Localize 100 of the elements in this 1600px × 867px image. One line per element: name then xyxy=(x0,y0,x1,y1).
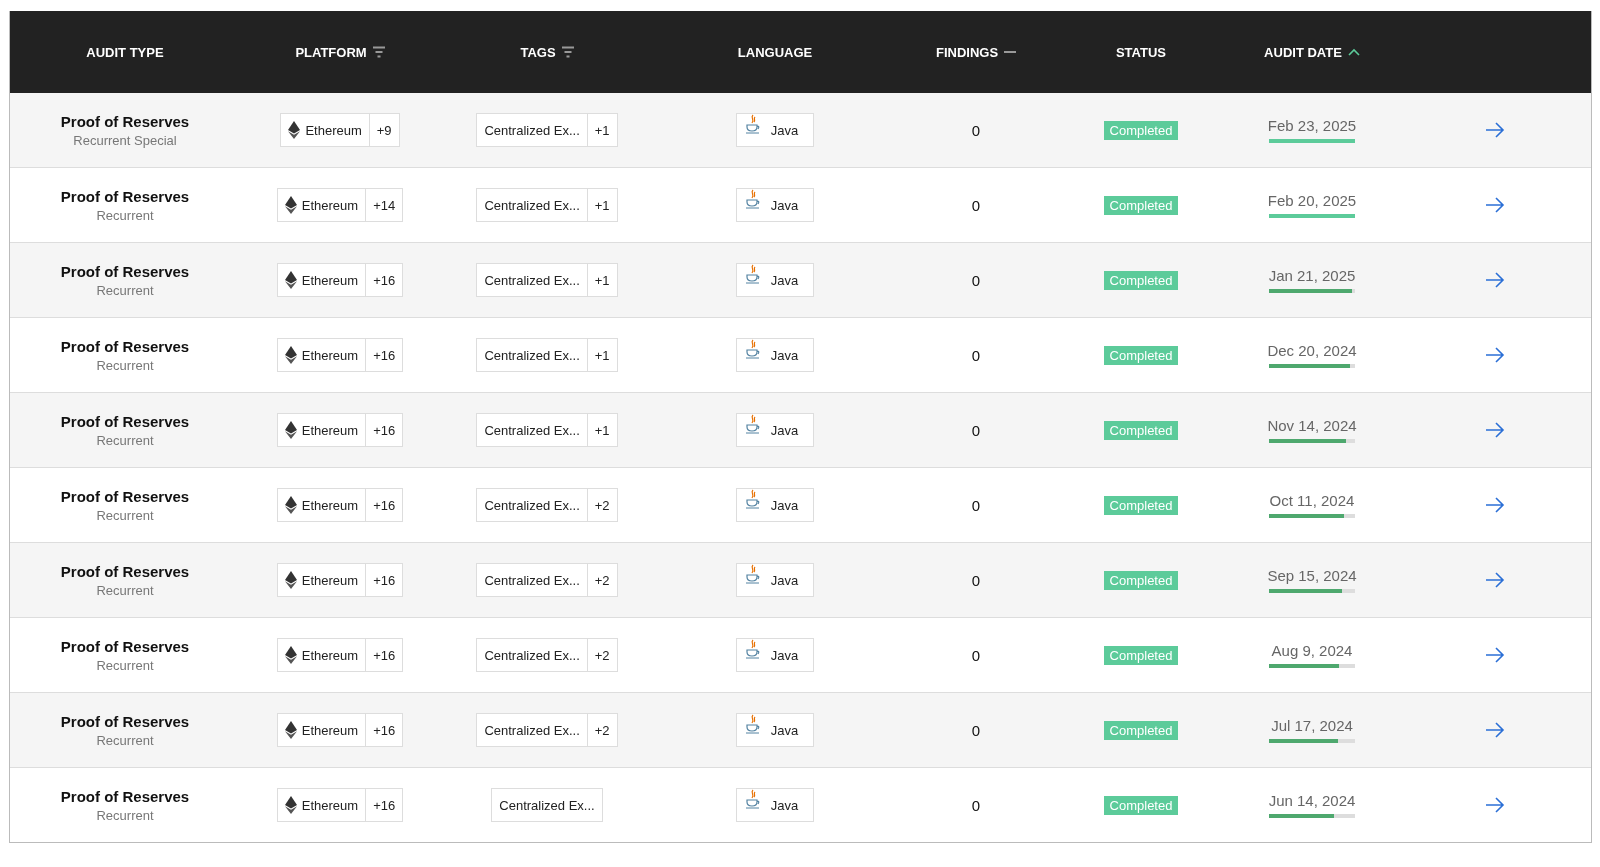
ethereum-icon xyxy=(284,721,297,739)
audit-type: Proof of Reserves xyxy=(60,787,190,805)
arrow-right-icon[interactable] xyxy=(1484,272,1505,288)
coffee-cup-icon xyxy=(744,114,761,134)
audit-subtype: Recurrent xyxy=(96,732,154,748)
column-header[interactable]: PLATFORM xyxy=(295,44,367,60)
findings-count: 0 xyxy=(971,796,981,814)
audit-date: Aug 9, 2024 xyxy=(1271,642,1353,659)
tag-chip: Centralized Ex... +1 xyxy=(476,413,618,447)
ethereum-icon xyxy=(284,346,297,364)
ethereum-icon xyxy=(284,196,297,214)
audit-subtype: Recurrent xyxy=(96,282,154,298)
coffee-cup-icon xyxy=(744,489,761,509)
arrow-right-icon[interactable] xyxy=(1484,647,1505,663)
coffee-cup-icon xyxy=(744,789,761,809)
audit-subtype: Recurrent xyxy=(96,582,154,598)
arrow-right-icon[interactable] xyxy=(1484,197,1505,213)
tag-chip: Centralized Ex... +2 xyxy=(476,638,618,672)
ethereum-icon xyxy=(284,496,297,514)
findings-count: 0 xyxy=(971,421,981,439)
audit-subtype: Recurrent Special xyxy=(73,132,177,148)
status-badge: Completed xyxy=(1103,495,1179,515)
audit-date: Nov 14, 2024 xyxy=(1267,417,1357,434)
column-header[interactable]: AUDIT TYPE xyxy=(86,44,164,60)
language-chip: Java xyxy=(735,638,815,672)
coffee-cup-icon xyxy=(744,264,761,284)
findings-count: 0 xyxy=(971,346,981,364)
platform-chip: Ethereum +16 xyxy=(276,788,404,822)
tag-chip: Centralized Ex... +1 xyxy=(476,188,618,222)
audit-type: Proof of Reserves xyxy=(60,262,190,280)
audit-type: Proof of Reserves xyxy=(60,337,190,355)
platform-chip: Ethereum +16 xyxy=(276,338,404,372)
platform-chip: Ethereum +14 xyxy=(276,188,404,222)
coffee-cup-icon xyxy=(744,414,761,434)
language-chip: Java xyxy=(735,338,815,372)
platform-chip: Ethereum +16 xyxy=(276,638,404,672)
column-header[interactable]: TAGS xyxy=(520,44,556,60)
language-chip: Java xyxy=(735,413,815,447)
platform-chip: Ethereum +16 xyxy=(276,563,404,597)
ethereum-icon xyxy=(284,571,297,589)
arrow-right-icon[interactable] xyxy=(1484,347,1505,363)
status-badge: Completed xyxy=(1103,795,1179,815)
audit-subtype: Recurrent xyxy=(96,807,154,823)
column-header[interactable]: LANGUAGE xyxy=(737,44,813,60)
coffee-cup-icon xyxy=(744,339,761,359)
dash-icon[interactable] xyxy=(1004,50,1017,54)
coffee-cup-icon xyxy=(744,189,761,209)
findings-count: 0 xyxy=(971,196,981,214)
audit-type: Proof of Reserves xyxy=(60,412,190,430)
audit-date: Jun 14, 2024 xyxy=(1268,792,1356,809)
audit-subtype: Recurrent xyxy=(96,357,154,373)
audit-date: Dec 20, 2024 xyxy=(1267,342,1357,359)
arrow-right-icon[interactable] xyxy=(1484,572,1505,588)
language-chip: Java xyxy=(735,188,815,222)
column-header[interactable]: FINDINGS xyxy=(935,44,999,60)
coffee-cup-icon xyxy=(744,564,761,584)
arrow-right-icon[interactable] xyxy=(1484,797,1505,813)
status-badge: Completed xyxy=(1103,720,1179,740)
platform-chip: Ethereum +16 xyxy=(276,713,404,747)
status-badge: Completed xyxy=(1103,120,1179,140)
audit-type: Proof of Reserves xyxy=(60,112,190,130)
column-header[interactable]: AUDIT DATE xyxy=(1264,44,1342,60)
findings-count: 0 xyxy=(971,121,981,139)
audit-date: Jul 17, 2024 xyxy=(1271,717,1353,734)
audit-type: Proof of Reserves xyxy=(60,187,190,205)
language-chip: Java xyxy=(735,263,815,297)
status-badge: Completed xyxy=(1103,570,1179,590)
arrow-right-icon[interactable] xyxy=(1484,422,1505,438)
tag-chip: Centralized Ex... +2 xyxy=(476,488,618,522)
tag-chip: Centralized Ex... xyxy=(491,788,603,822)
platform-chip: Ethereum +16 xyxy=(276,488,404,522)
status-badge: Completed xyxy=(1103,345,1179,365)
tag-chip: Centralized Ex... +2 xyxy=(476,563,618,597)
arrow-right-icon[interactable] xyxy=(1484,122,1505,138)
filter-icon[interactable] xyxy=(561,46,574,58)
findings-count: 0 xyxy=(971,571,981,589)
arrow-right-icon[interactable] xyxy=(1484,497,1505,513)
language-chip: Java xyxy=(735,713,815,747)
sort-up-icon[interactable] xyxy=(1347,48,1360,56)
findings-count: 0 xyxy=(971,496,981,514)
ethereum-icon xyxy=(288,121,301,139)
language-chip: Java xyxy=(735,113,815,147)
audit-date: Feb 20, 2025 xyxy=(1267,192,1357,209)
findings-count: 0 xyxy=(971,271,981,289)
column-header[interactable]: STATUS xyxy=(1115,44,1167,60)
platform-chip: Ethereum +9 xyxy=(280,113,400,147)
language-chip: Java xyxy=(735,488,815,522)
audit-date: Feb 23, 2025 xyxy=(1267,117,1357,134)
filter-icon[interactable] xyxy=(372,46,385,58)
ethereum-icon xyxy=(284,796,297,814)
audit-type: Proof of Reserves xyxy=(60,562,190,580)
audit-date: Jan 21, 2025 xyxy=(1268,267,1356,284)
ethereum-icon xyxy=(284,646,297,664)
ethereum-icon xyxy=(284,271,297,289)
audit-subtype: Recurrent xyxy=(96,207,154,223)
platform-chip: Ethereum +16 xyxy=(276,413,404,447)
coffee-cup-icon xyxy=(744,714,761,734)
arrow-right-icon[interactable] xyxy=(1484,722,1505,738)
status-badge: Completed xyxy=(1103,645,1179,665)
ethereum-icon xyxy=(284,421,297,439)
